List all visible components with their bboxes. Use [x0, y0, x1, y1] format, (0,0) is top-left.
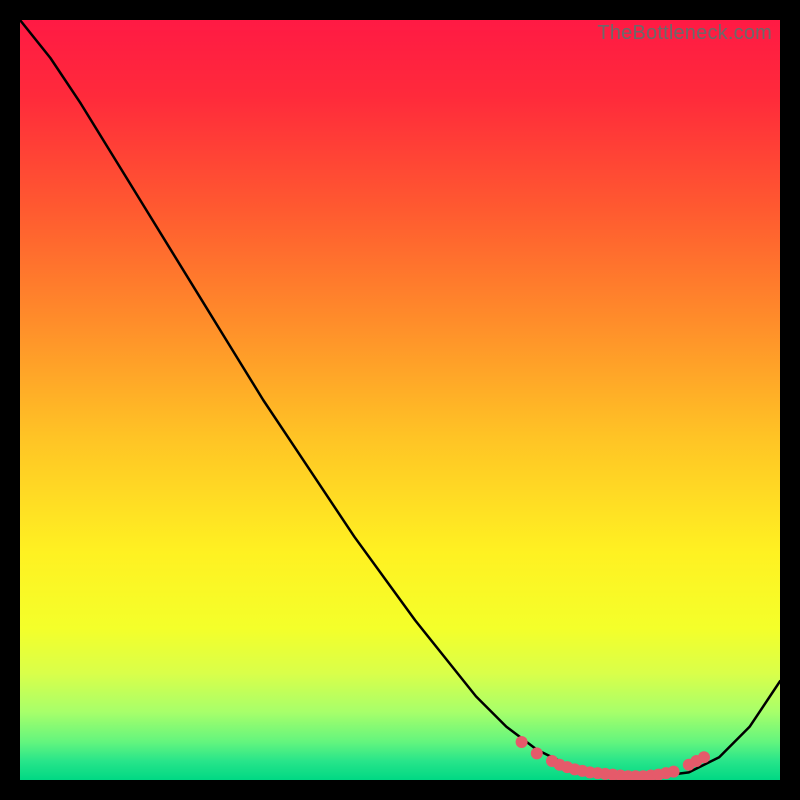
highlight-dot [698, 751, 710, 763]
watermark-text: TheBottleneck.com [597, 22, 772, 45]
highlight-dot [531, 747, 543, 759]
highlight-dot [668, 766, 680, 778]
chart-canvas [20, 20, 780, 780]
chart-frame: TheBottleneck.com [20, 20, 780, 780]
highlight-dot [516, 736, 528, 748]
gradient-background [20, 20, 780, 780]
